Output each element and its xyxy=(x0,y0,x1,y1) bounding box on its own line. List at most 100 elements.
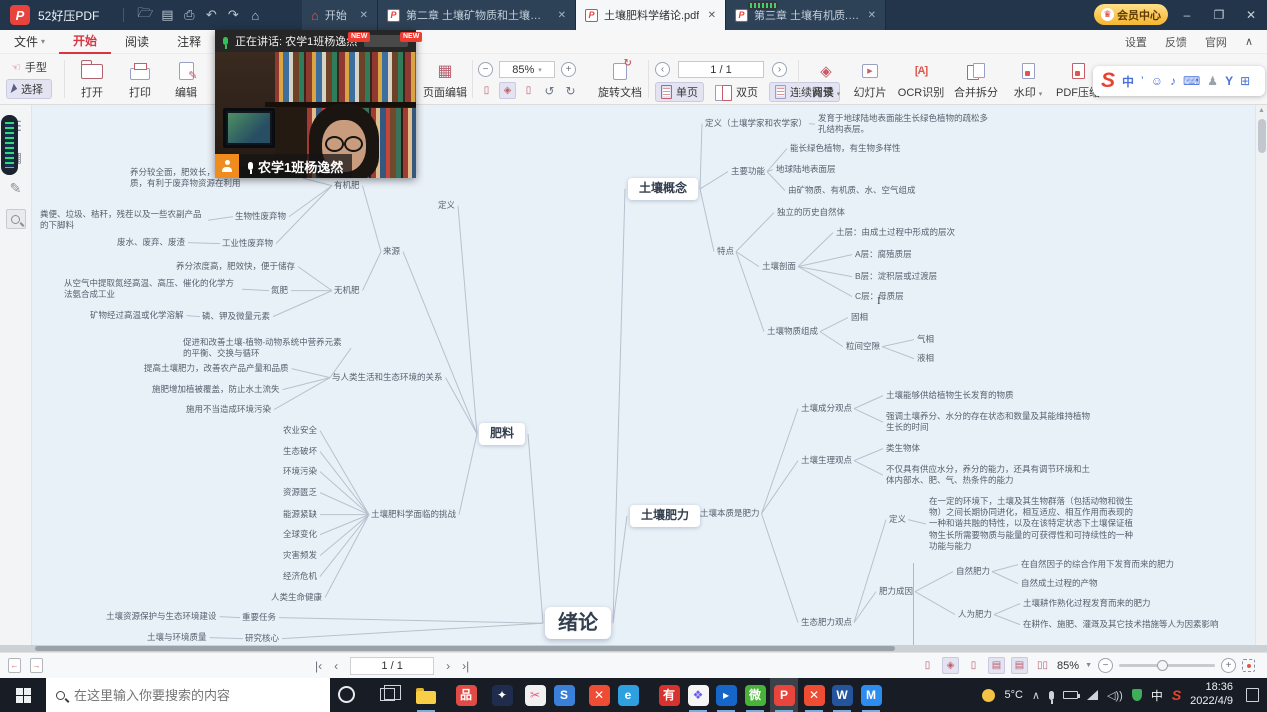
mindmap-node-c-hist[interactable]: 独立的历史自然体 xyxy=(777,207,845,218)
security-shield-icon[interactable] xyxy=(1132,689,1142,701)
mindmap-node-core-t[interactable]: 土壤与环境质量 xyxy=(147,632,207,643)
mindmap-node-ch4[interactable]: 资源匮乏 xyxy=(283,487,317,498)
taskbar-app-red-x-app[interactable]: ✕ xyxy=(585,678,613,712)
mindmap-node-f-pk[interactable]: 磷、钾及微量元素 xyxy=(202,311,270,322)
tab-home[interactable]: ⌂ 开始 ✕ xyxy=(302,0,378,30)
mindmap-node-task[interactable]: 重要任务 xyxy=(242,612,276,623)
mindmap-node-c-fn3[interactable]: 由矿物质、有机质、水、空气组成 xyxy=(788,185,916,196)
page-number-box[interactable]: 1 / 1 xyxy=(350,657,434,675)
zoom-out-icon[interactable]: − xyxy=(1098,658,1113,673)
mindmap-node-fl-c1[interactable]: 土壤能够供给植物生长发育的物质 xyxy=(886,390,1014,401)
mindmap-node-c-comp[interactable]: 土壤物质组成 xyxy=(767,326,818,337)
mindmap-node-f-inorg-t[interactable]: 养分浓度高，肥效快，便于储存 xyxy=(176,261,295,272)
clock[interactable]: 18:36 2022/4/9 xyxy=(1190,681,1233,709)
taskbar-app-thunder[interactable]: ▸ xyxy=(712,678,740,712)
ime-user-icon[interactable]: ♟ xyxy=(1207,74,1218,88)
continuous-icon[interactable]: ▤ xyxy=(1011,657,1028,674)
mindmap-node-concept[interactable]: 土壤概念 xyxy=(628,178,698,200)
mic-tray-icon[interactable] xyxy=(1049,691,1054,700)
taskbar-app-internet-explorer[interactable]: e xyxy=(614,678,642,712)
mindmap-node-ch9[interactable]: 人类生命健康 xyxy=(271,592,322,603)
next-view-icon[interactable]: → xyxy=(30,658,43,673)
mindmap-node-fertilizer[interactable]: 肥料 xyxy=(479,423,525,445)
restore-button[interactable]: ❐ xyxy=(1203,0,1235,30)
sogou-ime-bar[interactable]: S 中 ’ ☺ ♪ ⌨ ♟ Y ⊞ xyxy=(1093,66,1265,96)
mindmap-node-f-src[interactable]: 来源 xyxy=(383,246,400,257)
single-page-icon[interactable]: ▤ xyxy=(988,657,1005,674)
rotate-doc-button[interactable]: 旋转文档 xyxy=(596,60,644,100)
tab-close-icon[interactable]: ✕ xyxy=(868,10,876,21)
mindmap-node-c-solid[interactable]: 固相 xyxy=(851,312,868,323)
mindmap-node-c-pa[interactable]: A层：腐殖质层 xyxy=(855,249,912,260)
scrollbar-thumb[interactable] xyxy=(1258,119,1266,153)
zoom-slider[interactable] xyxy=(1119,664,1215,667)
mindmap-node-fl-cv[interactable]: 土壤成分观点 xyxy=(801,403,852,414)
mindmap-node-fl-eco[interactable]: 生态肥力观点 xyxy=(801,617,852,628)
annotations-panel-icon[interactable]: ✎ xyxy=(6,178,26,198)
taskbar-app-file-explorer[interactable] xyxy=(412,678,440,712)
mindmap-node-f-pk-t[interactable]: 矿物经过高温或化学溶解 xyxy=(90,310,184,321)
pdf-canvas[interactable]: 绪论土壤概念肥料土壤肥力定义（土壤学家和农学家）发育于地球陆地表面能生长绿色植物… xyxy=(32,105,1255,645)
tab-doc-active[interactable]: P 土壤肥料学绪论.pdf ✕ xyxy=(576,0,726,30)
volume-icon[interactable]: ◁)) xyxy=(1107,689,1123,702)
prev-view-icon[interactable]: ← xyxy=(8,658,21,673)
single-page-button[interactable]: 单页 xyxy=(655,82,704,102)
zoom-slider-knob[interactable] xyxy=(1157,660,1168,671)
tray-expand-icon[interactable]: ∧ xyxy=(1032,689,1040,702)
search-panel-icon[interactable] xyxy=(6,209,26,229)
ime-mic-icon[interactable]: ♪ xyxy=(1170,74,1176,88)
taskbar-app-navy-app[interactable]: ✦ xyxy=(488,678,516,712)
mindmap-node-fl-p2[interactable]: 不仅具有供应水分，养分的能力，还具有调节环境和土体内部水、肥、气、热条件的能力 xyxy=(886,464,1091,486)
actual-size-icon[interactable]: ▯ xyxy=(520,82,537,99)
print-button[interactable]: 打印 xyxy=(118,60,162,100)
taskbar-app-xmind[interactable]: ✕ xyxy=(800,678,828,712)
tab-doc-chapter2[interactable]: P 第二章 土壤矿物质和土壤质地.pdf ✕ xyxy=(378,0,576,30)
mindmap-node-fl-n1[interactable]: 在自然因子的综合作用下发育而来的肥力 xyxy=(1021,559,1174,570)
mindmap-node-c-fn2[interactable]: 地球陆地表面层 xyxy=(776,164,836,175)
mindmap-node-f-org[interactable]: 有机肥 xyxy=(334,180,360,191)
mindmap-node-fl-def-t[interactable]: 在一定的环境下，土壤及其生物群落（包括动物和微生物）之间长期协同进化，相互适应、… xyxy=(929,496,1141,552)
ime-toolbox-icon[interactable]: ⊞ xyxy=(1240,74,1250,88)
mindmap-node-root[interactable]: 绪论 xyxy=(545,607,611,639)
mindmap-node-f-r2[interactable]: 提高土壤肥力，改善农产品产量和品质 xyxy=(144,363,289,374)
mindmap-node-c-def[interactable]: 定义（土壤学家和农学家） xyxy=(705,118,807,129)
mindmap-node-fl-m1[interactable]: 土壤耕作熟化过程发育而来的肥力 xyxy=(1023,598,1151,609)
mindmap-node-c-prof[interactable]: 土壤剖面 xyxy=(762,261,796,272)
sogou-tray-icon[interactable]: S xyxy=(1172,687,1181,703)
mindmap-node-f-chal[interactable]: 土壤肥料学面临的挑战 xyxy=(371,509,456,520)
page-number-box[interactable]: 1 / 1 xyxy=(678,61,764,78)
mindmap-node-fl-m2[interactable]: 在耕作、施肥、灌溉及其它技术措施等人为因素影响 xyxy=(1023,619,1238,630)
fit-page-icon[interactable]: ◈ xyxy=(942,657,959,674)
next-page-icon[interactable]: › xyxy=(446,659,450,673)
menu-read[interactable]: 阅读 xyxy=(111,30,163,54)
open-file-icon[interactable]: 🗁 xyxy=(134,4,156,26)
mindmap-node-c-gas[interactable]: 气相 xyxy=(917,334,934,345)
mindmap-node-fl-ess[interactable]: 土壤本质是肥力 xyxy=(700,508,760,519)
mindmap-node-f-def[interactable]: 定义 xyxy=(438,200,455,211)
zoom-out-icon[interactable]: − xyxy=(478,62,493,77)
taskbar-app-tencent-meeting[interactable]: M xyxy=(857,678,885,712)
open-button[interactable]: 打开 xyxy=(70,60,114,100)
mindmap-node-fertility[interactable]: 土壤肥力 xyxy=(630,505,700,527)
taskbar-app-youdao[interactable]: 有 xyxy=(655,678,683,712)
mindmap-node-f-inorg[interactable]: 无机肥 xyxy=(334,285,360,296)
menu-start[interactable]: 开始 xyxy=(59,30,111,54)
fit-width-icon[interactable]: ▯ xyxy=(919,657,936,674)
undo-icon[interactable]: ↶ xyxy=(200,7,222,23)
last-page-icon[interactable]: ›| xyxy=(462,659,469,673)
rotate-right-icon[interactable]: ↻ xyxy=(562,82,579,99)
home-icon[interactable]: ⌂ xyxy=(244,8,266,23)
mindmap-node-c-liq[interactable]: 液相 xyxy=(917,353,934,364)
rotate-left-icon[interactable]: ↺ xyxy=(541,82,558,99)
prev-page-icon[interactable]: ‹ xyxy=(334,659,338,673)
fit-width-icon[interactable]: ▯ xyxy=(478,82,495,99)
merge-split-button[interactable]: 合并拆分 xyxy=(950,60,1002,100)
tab-close-icon[interactable]: ✕ xyxy=(708,10,716,21)
mindmap-node-fl-cause[interactable]: 肥力成因 xyxy=(879,586,913,597)
taskbar-app-red-grid-app[interactable]: 品 xyxy=(452,678,480,712)
mindmap-node-c-pore[interactable]: 粒间空隙 xyxy=(846,341,880,352)
website-link[interactable]: 官网 xyxy=(1205,34,1227,50)
slideshow-button[interactable]: ▶ 幻灯片 xyxy=(848,60,892,100)
mindmap-node-f-r4[interactable]: 施用不当造成环境污染 xyxy=(186,404,271,415)
mindmap-node-c-fn[interactable]: 主要功能 xyxy=(731,166,765,177)
